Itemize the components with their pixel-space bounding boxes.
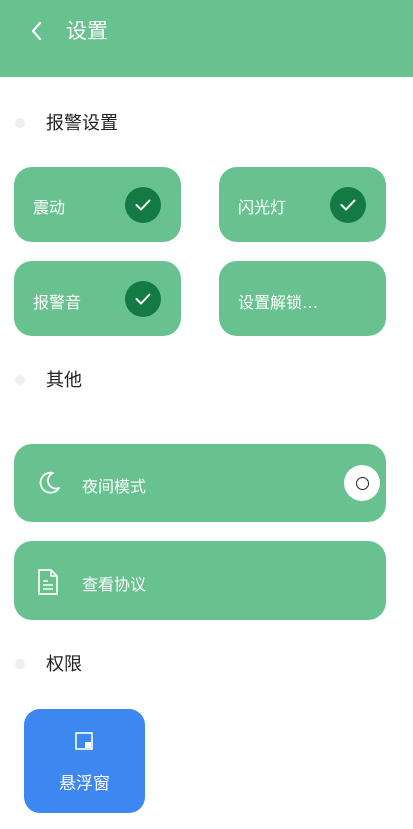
night-mode-toggle[interactable] (344, 465, 380, 501)
toggle-card-flashlight[interactable]: 闪光灯 (219, 167, 386, 242)
back-button[interactable] (22, 15, 52, 47)
section-bullet (15, 375, 25, 385)
check-icon (330, 187, 366, 223)
view-agreement-row[interactable]: 查看协议 (14, 541, 386, 620)
card-label: 震动 (33, 198, 66, 217)
toggle-card-alarm-sound[interactable]: 报警音 (14, 261, 181, 336)
chevron-left-icon (31, 21, 42, 41)
section-title-alarm: 报警设置 (46, 113, 118, 134)
night-mode-label: 夜间模式 (82, 477, 147, 496)
page-title: 设置 (66, 19, 108, 43)
section-title-other: 其他 (46, 370, 82, 391)
radio-circle-icon (355, 476, 369, 490)
view-agreement-label: 查看协议 (82, 575, 147, 594)
floating-window-icon (75, 732, 93, 750)
document-icon (38, 569, 58, 595)
floating-window-label: 悬浮窗 (59, 774, 110, 794)
moon-icon (39, 471, 60, 494)
card-label: 闪光灯 (238, 198, 287, 217)
check-icon (125, 281, 161, 317)
section-bullet (15, 659, 25, 669)
section-bullet (15, 118, 25, 128)
card-label: 设置解锁… (238, 293, 319, 312)
card-label: 报警音 (33, 293, 82, 312)
check-icon (125, 187, 161, 223)
app-header: 设置 (0, 0, 413, 77)
section-title-permissions: 权限 (46, 654, 82, 675)
night-mode-row[interactable]: 夜间模式 (14, 444, 386, 522)
toggle-card-vibration[interactable]: 震动 (14, 167, 181, 242)
card-set-unlock[interactable]: 设置解锁… (219, 261, 386, 336)
floating-window-button[interactable]: 悬浮窗 (24, 709, 145, 813)
